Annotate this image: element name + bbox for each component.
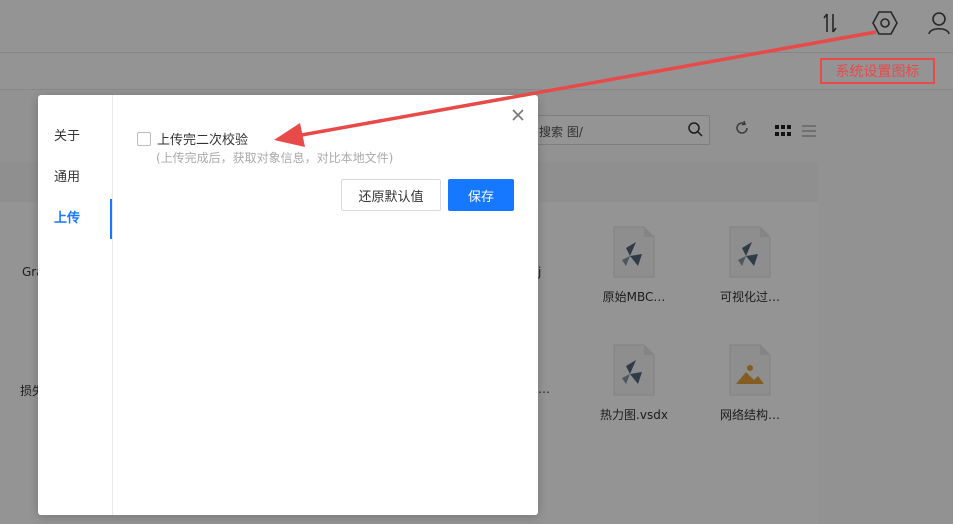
settings-nav: 关于 通用 上传 — [38, 95, 113, 515]
settings-dialog: 关于 通用 上传 上传完二次校验 (上传完成后，获取对象信息，对比本地文件) 还… — [38, 95, 538, 515]
annotation-label: 系统设置图标 — [820, 58, 935, 84]
nav-item-upload[interactable]: 上传 — [38, 199, 112, 239]
verify-checkbox[interactable] — [137, 131, 151, 146]
close-icon[interactable] — [510, 107, 526, 123]
save-button[interactable]: 保存 — [448, 179, 514, 211]
verify-checkbox-label: 上传完二次校验 — [157, 133, 249, 148]
nav-item-general[interactable]: 通用 — [38, 158, 112, 198]
reset-defaults-button[interactable]: 还原默认值 — [341, 179, 441, 211]
nav-item-about[interactable]: 关于 — [38, 117, 112, 157]
verify-checkbox-row[interactable]: 上传完二次校验 — [137, 129, 248, 148]
verify-hint: (上传完成后，获取对象信息，对比本地文件) — [156, 151, 394, 165]
